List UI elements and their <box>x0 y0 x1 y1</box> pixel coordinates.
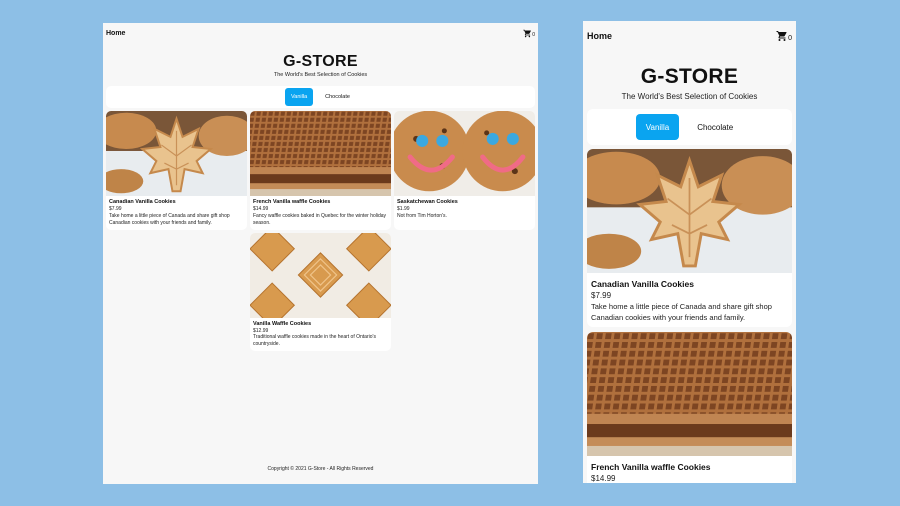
product-price: $7.99 <box>591 291 612 300</box>
maple-leaf-cookie-image <box>106 111 247 196</box>
product-description: Take home a little piece of Canada and s… <box>109 212 230 226</box>
maple-leaf-cookie-image <box>587 149 792 273</box>
product-name: French Vanilla waffle Cookies <box>591 462 711 472</box>
product-card[interactable]: Vanilla Waffle Cookies $12.99 Traditiona… <box>250 232 391 351</box>
hero: G-STORE The World's Best Selection of Co… <box>103 53 538 78</box>
product-list: Canadian Vanilla Cookies $7.99 Take home… <box>583 145 796 483</box>
store-title: G-STORE <box>283 53 358 70</box>
product-card[interactable]: Saskatchewan Cookies $1.99 Not from Tim … <box>394 111 535 230</box>
product-card[interactable]: Canadian Vanilla Cookies $7.99 Take home… <box>106 111 247 230</box>
cart-button[interactable]: 0 <box>776 30 792 42</box>
top-nav: Home 0 <box>583 21 796 51</box>
phone-view: Home 0 G-STORE The World's Best Selectio… <box>583 21 796 483</box>
product-grid: Canadian Vanilla Cookies $7.99 Take home… <box>103 108 538 351</box>
product-description: Not from Tim Horton's. <box>397 212 447 219</box>
cart-count: 0 <box>788 35 792 42</box>
store-title: G-STORE <box>640 65 739 88</box>
product-name: Canadian Vanilla Cookies <box>109 199 176 205</box>
footer-copyright: Copyright © 2021 G-Store - All Rights Re… <box>267 466 374 472</box>
product-card[interactable]: French Vanilla waffle Cookies $14.99 Fan… <box>250 111 391 230</box>
category-tabs: Vanilla Chocolate <box>587 109 792 145</box>
tab-vanilla[interactable]: Vanilla <box>285 88 314 106</box>
product-card[interactable]: Canadian Vanilla Cookies $7.99 Take home… <box>587 149 792 327</box>
hero: G-STORE The World's Best Selection of Co… <box>583 65 796 101</box>
product-name: French Vanilla waffle Cookies <box>253 199 331 205</box>
tablet-view: Home 0 G-STORE The World's Best Selectio… <box>103 23 538 484</box>
cart-count: 0 <box>532 31 535 38</box>
top-nav: Home 0 <box>103 23 538 43</box>
product-description: Traditional waffle cookies made in the h… <box>253 334 376 347</box>
tab-vanilla[interactable]: Vanilla <box>635 114 680 140</box>
product-name: Canadian Vanilla Cookies <box>591 279 694 289</box>
product-card[interactable]: French Vanilla waffle Cookies $14.99 <box>587 332 792 483</box>
home-link[interactable]: Home <box>587 31 612 41</box>
product-description: Take home a little piece of Canada and s… <box>591 302 772 322</box>
store-subtitle: The World's Best Selection of Cookies <box>621 92 758 101</box>
tab-chocolate[interactable]: Chocolate <box>319 88 356 106</box>
stroopwafel-image <box>587 332 792 456</box>
waffle-cookie-image <box>250 233 391 318</box>
product-description: Fancy waffle cookies baked in Quebec for… <box>253 212 387 226</box>
store-subtitle: The World's Best Selection of Cookies <box>273 72 368 78</box>
tab-chocolate[interactable]: Chocolate <box>687 114 743 140</box>
product-price: $14.99 <box>591 474 616 483</box>
cart-button[interactable]: 0 <box>523 29 535 38</box>
cart-icon <box>523 29 532 38</box>
product-name: Saskatchewan Cookies <box>397 199 458 205</box>
stroopwafel-image <box>250 111 391 196</box>
home-link[interactable]: Home <box>106 30 125 37</box>
cart-icon <box>776 30 788 42</box>
product-name: Vanilla Waffle Cookies <box>253 320 312 327</box>
smiley-cookie-image <box>394 111 535 196</box>
category-tabs: Vanilla Chocolate <box>106 86 535 108</box>
